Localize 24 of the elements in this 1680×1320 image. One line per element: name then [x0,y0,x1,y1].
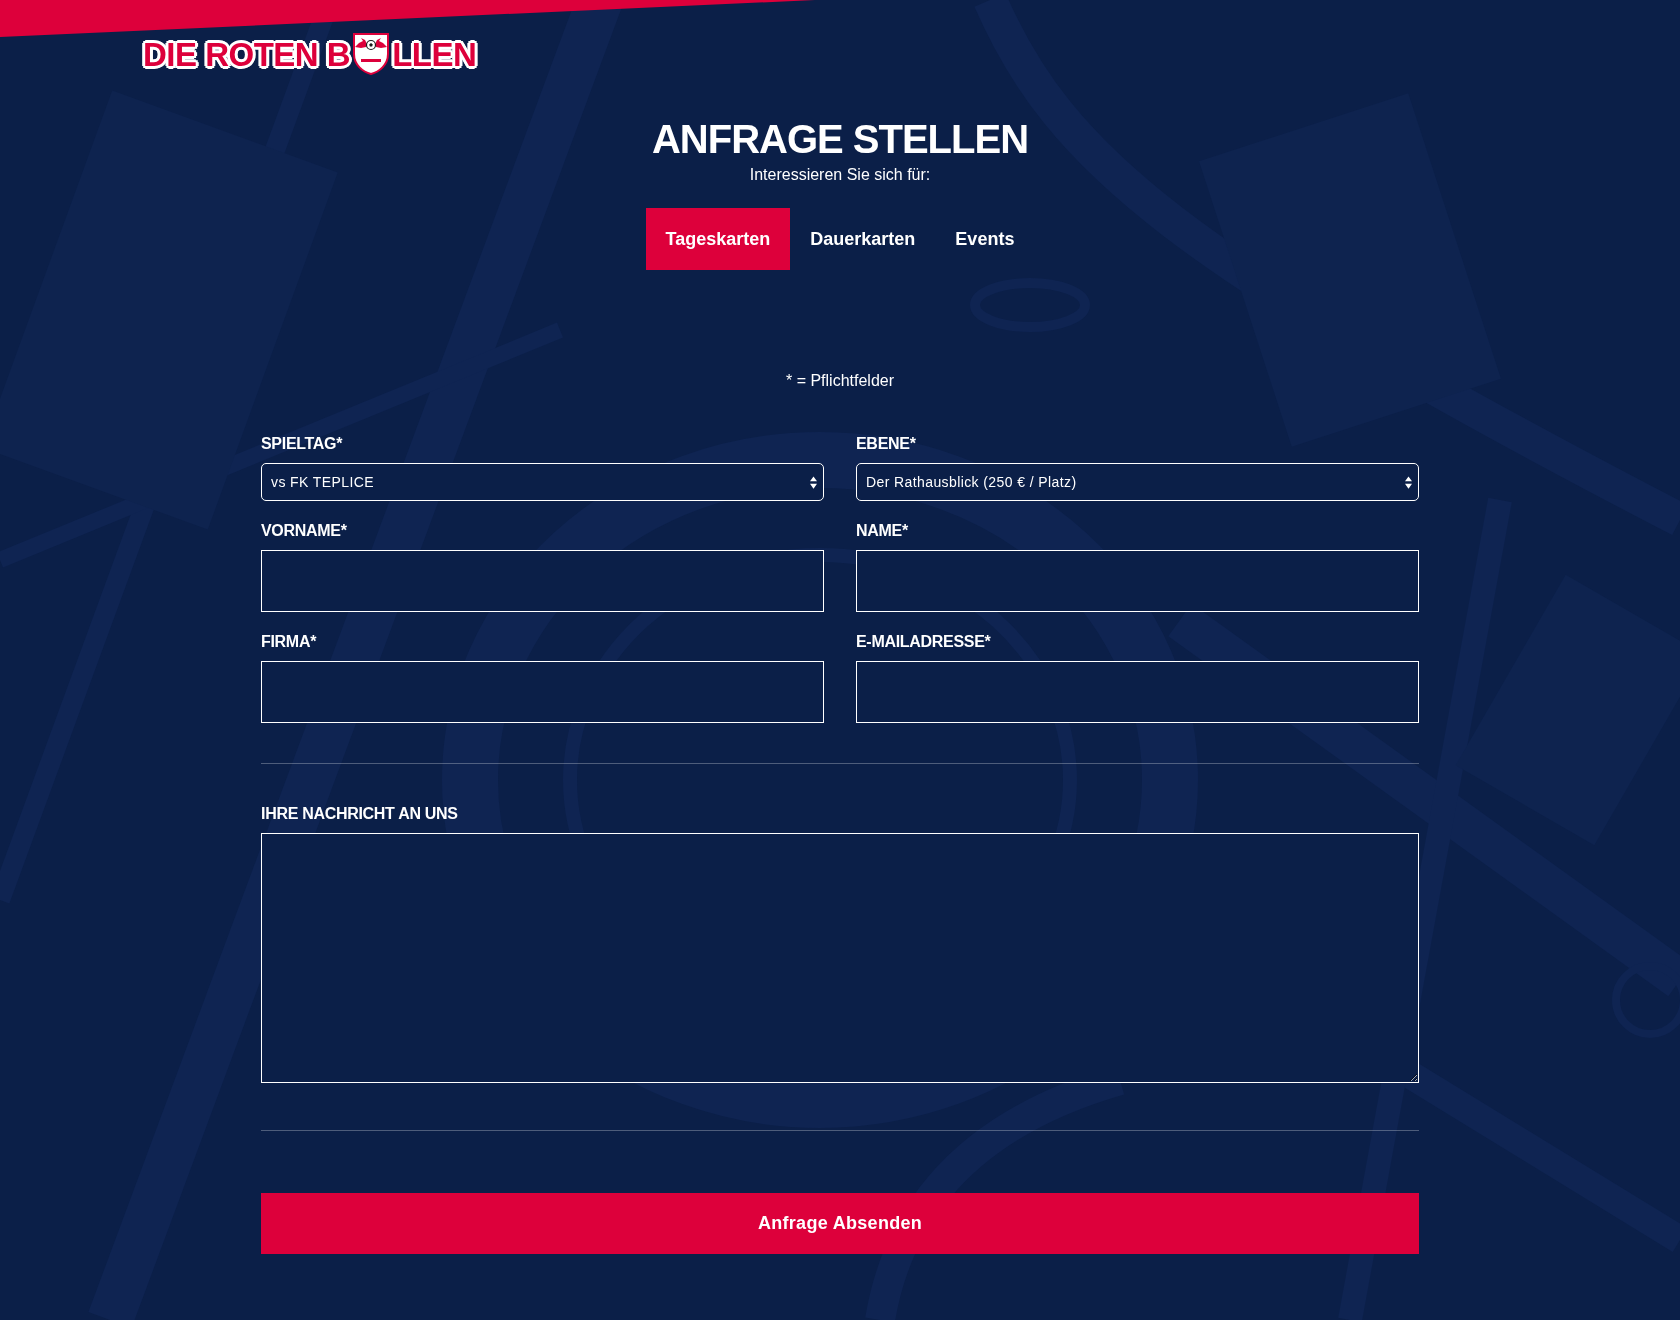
select-arrows-icon [810,475,817,489]
input-field[interactable] [261,550,824,612]
field-label: E-MAILADRESSE* [856,632,991,652]
page-title: ANFRAGE STELLEN [651,116,1029,162]
select-field[interactable]: Der Rathausblick (250 € / Platz) [856,463,1419,501]
required-note: * = Pflichtfelder [785,371,895,391]
field-label: EBENE* [856,434,916,454]
subtitle: Interessieren Sie sich für: [749,165,931,185]
submit-button[interactable]: Anfrage Absenden [261,1193,1419,1254]
field-label: NAME* [856,521,908,541]
input-field[interactable] [261,661,824,723]
input-field[interactable] [856,661,1419,723]
tab[interactable]: Tageskarten [645,208,791,270]
tab[interactable]: Dauerkarten [790,208,936,270]
field-label: SPIELTAG* [261,434,343,454]
input-field[interactable] [856,550,1419,612]
crest-icon [351,32,392,76]
field-label: FIRMA* [261,632,317,652]
select-field[interactable]: vs FK TEPLICE [261,463,824,501]
field-label: IHRE NACHRICHT AN UNS [261,804,458,824]
message-field[interactable] [261,833,1419,1083]
tab[interactable]: Events [935,208,1035,270]
select-arrows-icon [1405,475,1412,489]
field-label: VORNAME* [261,521,347,541]
